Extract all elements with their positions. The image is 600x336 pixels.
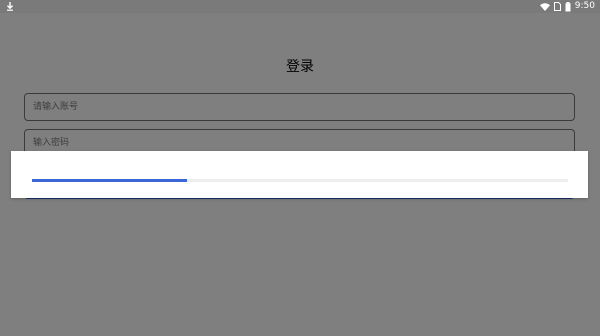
status-bar: 9:50: [0, 0, 600, 13]
clock-time: 9:50: [574, 1, 595, 11]
download-icon: [6, 2, 14, 11]
status-left: [6, 0, 14, 13]
status-right: 9:50: [539, 0, 595, 13]
progress-bar: [32, 179, 568, 182]
progress-fill: [32, 179, 188, 182]
wifi-icon: [539, 2, 550, 11]
sim-icon: [553, 2, 561, 11]
progress-dialog: [11, 151, 588, 198]
battery-icon: [565, 1, 571, 12]
